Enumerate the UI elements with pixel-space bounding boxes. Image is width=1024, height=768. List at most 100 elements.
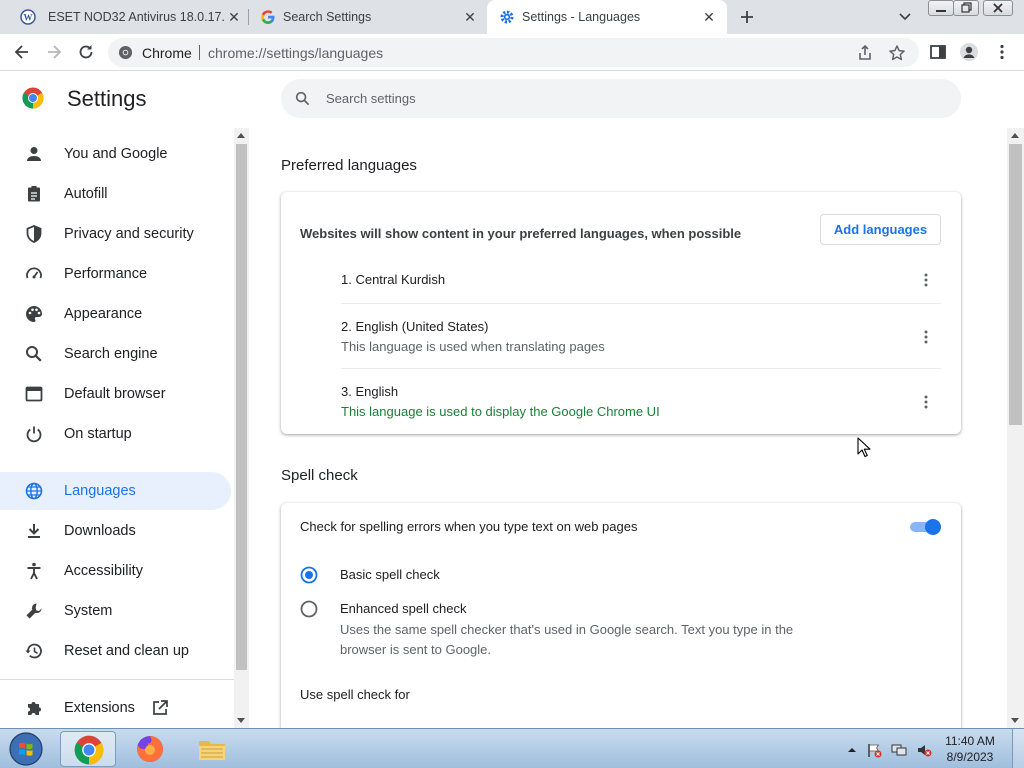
sidebar-item-label: Appearance [64,306,143,322]
tab-eset[interactable]: W ESET NOD32 Antivirus 18.0.17.0 ( ✕ [8,0,248,34]
scroll-down-arrow[interactable] [1011,718,1019,723]
scrollbar-thumb[interactable] [236,144,247,670]
scroll-up-arrow[interactable] [1011,133,1019,138]
tray-chevron-up-icon[interactable] [844,742,860,758]
radio-label: Basic spell check [340,567,440,582]
search-input[interactable] [326,79,926,118]
scroll-up-arrow[interactable] [237,133,245,138]
radio-basic-spell-check[interactable] [300,566,318,584]
spell-check-card: Check for spelling errors when you type … [281,503,961,763]
main-scrollbar[interactable] [1007,128,1024,728]
address-bar[interactable]: Chrome chrome://settings/languages [108,38,919,67]
system-clock[interactable]: 11:40 AM 8/9/2023 [940,733,1000,765]
section-title-spell-check: Spell check [281,467,358,484]
restore-button[interactable] [953,0,979,16]
sidebar-item-label: Reset and clean up [64,643,189,659]
search-icon [24,344,44,364]
history-icon [24,641,44,661]
forward-button[interactable] [44,42,64,62]
language-name: 2. English (United States) [341,319,489,334]
sidebar-item-label: Autofill [64,186,108,202]
close-window-button[interactable] [983,0,1013,16]
scrollbar-thumb[interactable] [1009,144,1022,425]
palette-icon [24,304,44,324]
scroll-down-arrow[interactable] [237,718,245,723]
close-icon[interactable]: ✕ [462,9,478,25]
sidebar-item-accessibility[interactable]: Accessibility [0,552,231,590]
external-link-icon [150,698,170,718]
enhanced-description: Uses the same spell checker that's used … [340,622,794,657]
sidebar-item-label: Downloads [64,523,136,539]
person-icon [24,144,44,164]
sidebar-scrollbar[interactable] [234,128,249,728]
show-desktop-button[interactable] [1012,729,1024,768]
side-panel-icon[interactable] [928,42,948,62]
sidebar-item-label: Privacy and security [64,226,194,242]
folder-icon [197,734,227,764]
action-center-flag-icon[interactable] [866,742,882,758]
divider [199,45,200,60]
tab-search-settings[interactable]: Search Settings ✕ [248,0,488,34]
close-icon[interactable]: ✕ [701,9,717,25]
globe-icon [24,481,44,501]
wordpress-icon: W [20,9,36,25]
volume-muted-icon[interactable] [916,742,932,758]
tab-settings-languages[interactable]: Settings - Languages ✕ [487,0,727,34]
spell-check-toggle[interactable] [909,519,943,535]
more-menu-icon[interactable] [992,42,1012,62]
sidebar-item-search-engine[interactable]: Search engine [0,335,231,373]
sidebar-item-performance[interactable]: Performance [0,255,231,293]
back-button[interactable] [12,42,32,62]
taskbar-chrome[interactable] [60,731,116,767]
sidebar-item-you-and-google[interactable]: You and Google [0,135,231,173]
spell-check-label: Check for spelling errors when you type … [300,519,638,534]
profile-avatar-icon[interactable] [959,42,979,62]
divider [0,679,234,680]
section-title-preferred-languages: Preferred languages [281,157,417,174]
sidebar-item-extensions[interactable]: Extensions [0,689,231,727]
taskbar-firefox[interactable] [122,731,178,767]
radio-label: Enhanced spell check [340,601,467,616]
sidebar-item-label: Extensions [64,700,135,716]
more-vert-icon[interactable] [918,329,934,345]
radio-enhanced-spell-check[interactable] [300,600,318,618]
tab-title: Search Settings [283,10,372,24]
sidebar-item-label: Default browser [64,386,166,402]
language-note: This language is used to display the Goo… [341,404,660,419]
sidebar-item-system[interactable]: System [0,592,231,630]
add-languages-button[interactable]: Add languages [820,214,941,245]
chevron-down-icon[interactable] [896,9,914,25]
sidebar-item-languages[interactable]: Languages [0,472,231,510]
share-icon[interactable] [856,44,874,62]
sidebar-item-label: You and Google [64,146,168,162]
sidebar-item-label: System [64,603,113,619]
start-button[interactable] [6,731,46,767]
sidebar-item-reset[interactable]: Reset and clean up [0,632,231,670]
chrome-icon [118,45,133,60]
taskbar-file-explorer[interactable] [184,731,240,767]
sidebar-item-appearance[interactable]: Appearance [0,295,231,333]
sidebar-item-on-startup[interactable]: On startup [0,415,231,453]
clock-date: 8/9/2023 [946,750,994,764]
sidebar-item-privacy[interactable]: Privacy and security [0,215,231,253]
new-tab-icon[interactable] [738,8,756,26]
minimize-button[interactable] [928,0,954,16]
url-text[interactable]: chrome://settings/languages [208,45,383,61]
bookmark-star-icon[interactable] [888,44,906,62]
tab-strip: W ESET NOD32 Antivirus 18.0.17.0 ( ✕ Sea… [0,0,1024,34]
sidebar-item-default-browser[interactable]: Default browser [0,375,231,413]
close-icon[interactable]: ✕ [226,9,242,25]
sidebar-item-downloads[interactable]: Downloads [0,512,231,550]
sidebar-item-autofill[interactable]: Autofill [0,175,231,213]
language-note: This language is used when translating p… [341,339,605,354]
clipboard-icon [24,184,44,204]
more-vert-icon[interactable] [918,394,934,410]
puzzle-icon [24,698,44,718]
browser-toolbar: Chrome chrome://settings/languages [0,34,1024,71]
language-name: 1. Central Kurdish [341,272,446,287]
sidebar-item-label: Performance [64,266,148,282]
settings-search[interactable] [281,79,961,118]
more-vert-icon[interactable] [918,272,934,288]
reload-button[interactable] [76,42,96,62]
network-icon[interactable] [891,742,907,758]
